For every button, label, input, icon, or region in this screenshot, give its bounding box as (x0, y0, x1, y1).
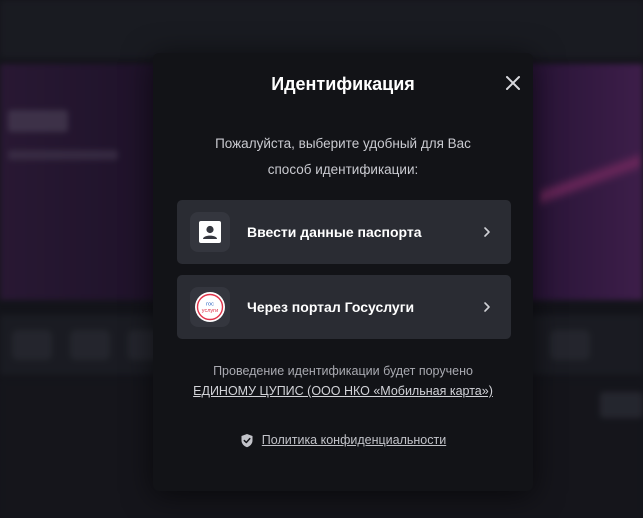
close-button[interactable] (503, 73, 523, 93)
note-text: Проведение идентификации будет поручено (213, 364, 473, 378)
modal-subtitle: Пожалуйста, выберите удобный для Вас спо… (183, 131, 503, 183)
privacy-policy: Политика конфиденциальности (153, 431, 533, 453)
privacy-policy-link[interactable]: Политика конфиденциальности (262, 431, 446, 449)
subtitle-line: способ идентификации: (267, 162, 419, 177)
shield-check-icon (241, 433, 253, 447)
passport-option-label: Ввести данные паспорта (247, 224, 422, 240)
svg-text:гос: гос (206, 302, 214, 308)
passport-option-button[interactable]: Ввести данные паспорта (177, 200, 511, 264)
modal-title: Идентификация (271, 74, 415, 94)
chevron-right-icon (484, 227, 490, 237)
identification-note: Проведение идентификации будет поручено … (173, 361, 513, 401)
gosuslugi-option-button[interactable]: гос услуги Через портал Госуслуги (177, 275, 511, 339)
gosuslugi-option-label: Через портал Госуслуги (247, 299, 415, 315)
gosuslugi-logo-icon: гос услуги (190, 287, 230, 327)
chevron-right-icon (484, 302, 490, 312)
identification-modal: Идентификация Пожалуйста, выберите удобн… (153, 53, 533, 491)
svg-text:услуги: услуги (202, 308, 218, 314)
id-card-icon (190, 212, 230, 252)
cupis-link[interactable]: ЕДИНОМУ ЦУПИС (ООО НКО «Мобильная карта»… (193, 384, 493, 398)
subtitle-line: Пожалуйста, выберите удобный для Вас (215, 136, 471, 151)
close-icon (506, 76, 520, 90)
